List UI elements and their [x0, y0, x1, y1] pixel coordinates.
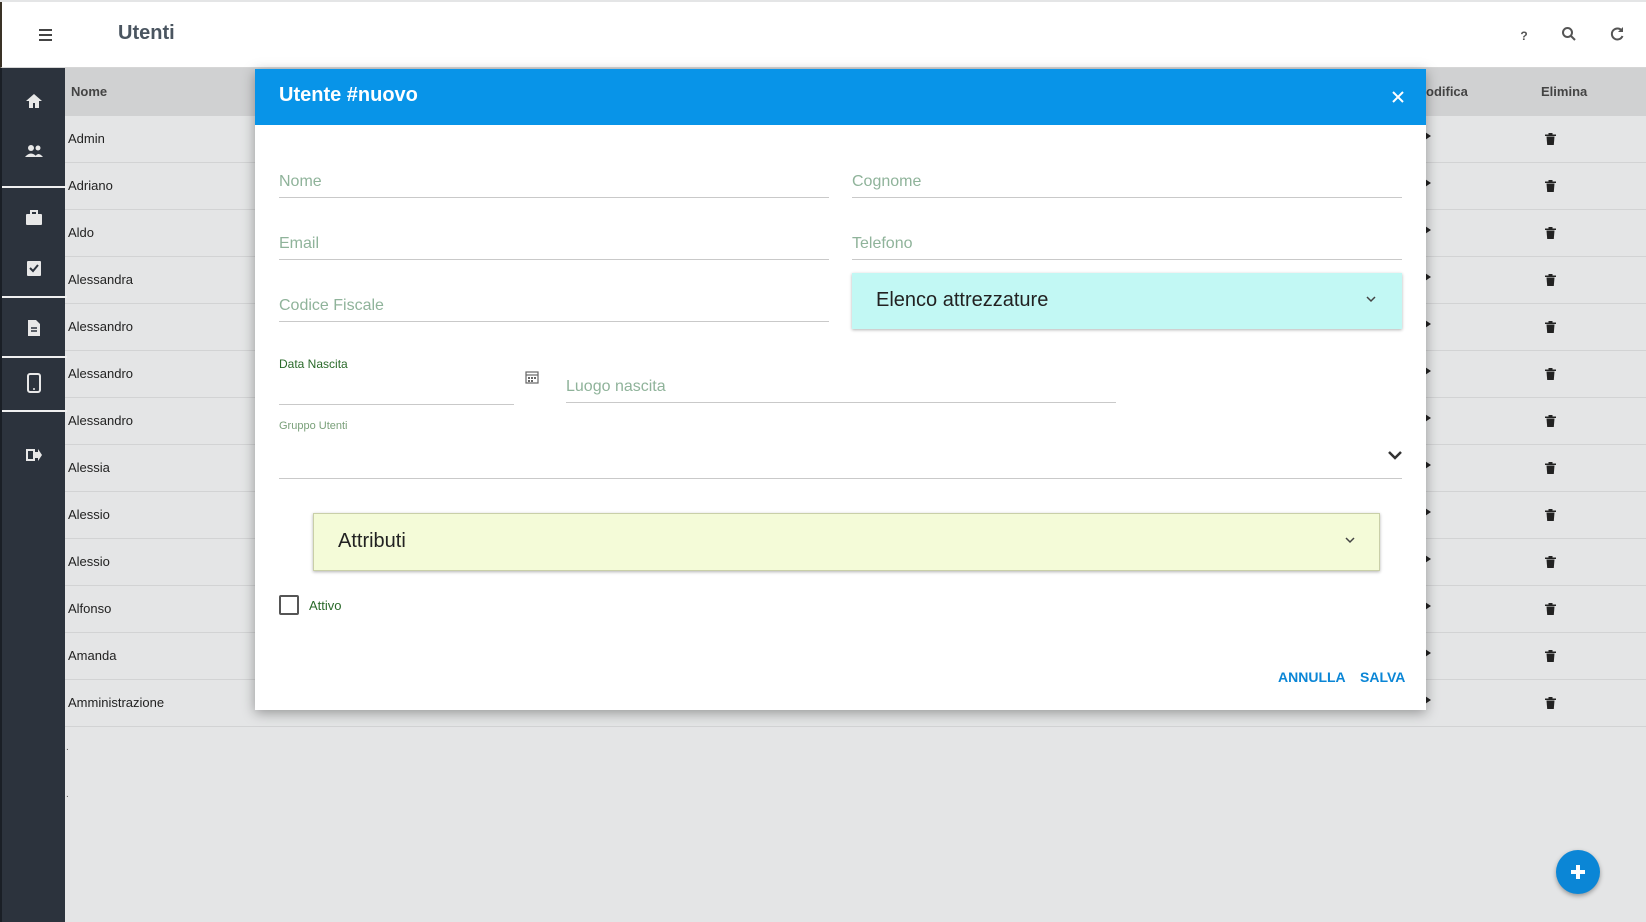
column-header-name: Nome	[71, 84, 108, 99]
sidebar-item-logout[interactable]	[2, 430, 67, 480]
user-name-cell: Admin	[68, 131, 105, 146]
trash-icon[interactable]	[1545, 132, 1556, 150]
attivo-checkbox[interactable]	[279, 595, 299, 615]
column-header-edit: odifica	[1426, 84, 1468, 99]
trash-icon[interactable]	[1545, 226, 1556, 244]
trailing-dot: .	[66, 742, 69, 753]
sidebar-item-home[interactable]	[2, 76, 67, 126]
add-user-button[interactable]	[1556, 850, 1600, 894]
hamburger-menu-icon[interactable]	[34, 22, 58, 46]
attributi-accordion[interactable]: Attributi	[313, 513, 1380, 571]
user-name-cell: Alfonso	[68, 601, 112, 616]
column-header-delete: Elimina	[1541, 84, 1588, 99]
cognome-input[interactable]	[852, 173, 1402, 191]
cancel-button[interactable]: ANNULLA	[1278, 669, 1346, 685]
attributi-accordion-label: Attributi	[338, 530, 406, 552]
email-field	[279, 220, 829, 260]
nome-field	[279, 158, 829, 198]
save-button[interactable]: SALVA	[1360, 669, 1405, 685]
trash-icon[interactable]	[1545, 649, 1556, 667]
user-name-cell: Amanda	[68, 648, 117, 663]
logout-icon	[26, 449, 42, 461]
user-name-cell: Aldo	[68, 225, 95, 240]
top-bar: Utenti ?	[0, 2, 1646, 68]
trailing-dot: .	[66, 789, 69, 800]
calendar-icon[interactable]	[525, 370, 539, 389]
trash-icon[interactable]	[1545, 179, 1556, 197]
trash-icon[interactable]	[1545, 461, 1556, 479]
gruppo-utenti-label: Gruppo Utenti	[279, 420, 348, 432]
attivo-label: Attivo	[309, 598, 342, 613]
telefono-field	[852, 220, 1402, 260]
chevron-down-icon	[1345, 537, 1355, 544]
gruppo-utenti-select[interactable]	[279, 435, 1402, 479]
plus-icon	[1571, 865, 1585, 879]
user-name-cell: Alessandro	[68, 413, 134, 428]
luogo-nascita-field	[566, 363, 1116, 403]
trash-icon[interactable]	[1545, 414, 1556, 432]
trash-icon[interactable]	[1545, 555, 1556, 573]
codice-fiscale-field	[279, 282, 829, 322]
email-input[interactable]	[279, 235, 829, 253]
nome-input[interactable]	[279, 173, 829, 191]
document-icon	[28, 320, 40, 336]
user-name-cell: Alessandro	[68, 366, 134, 381]
sidebar-item-devices[interactable]	[2, 358, 67, 408]
codice-fiscale-input[interactable]	[279, 297, 829, 315]
close-icon[interactable]	[1388, 87, 1408, 107]
clipboard-check-icon	[27, 261, 41, 276]
user-name-cell: Adriano	[68, 178, 113, 193]
refresh-icon[interactable]	[1609, 26, 1629, 46]
attrezzature-accordion-label: Elenco attrezzature	[876, 289, 1049, 311]
user-name-cell: Alessandra	[68, 272, 134, 287]
sidebar-item-tasks[interactable]	[2, 243, 67, 293]
luogo-nascita-input[interactable]	[566, 378, 1116, 396]
tablet-icon	[27, 373, 41, 393]
help-icon[interactable]: ?	[1514, 29, 1534, 49]
user-name-cell: Alessio	[68, 554, 110, 569]
attrezzature-accordion[interactable]: Elenco attrezzature	[852, 273, 1402, 329]
dialog-title: Utente #nuovo	[279, 84, 418, 106]
trash-icon[interactable]	[1545, 273, 1556, 291]
users-icon	[25, 145, 43, 157]
trash-icon[interactable]	[1545, 696, 1556, 714]
trash-icon[interactable]	[1545, 367, 1556, 385]
chevron-down-icon	[1366, 296, 1376, 303]
data-nascita-field[interactable]	[279, 365, 514, 405]
user-name-cell: Alessia	[68, 460, 110, 475]
user-name-cell: Alessandro	[68, 319, 134, 334]
cognome-field	[852, 158, 1402, 198]
user-dialog: Utente #nuovo Elenco attrezzature Data N…	[255, 69, 1426, 710]
sidebar	[0, 68, 67, 922]
telefono-input[interactable]	[852, 235, 1402, 253]
briefcase-icon	[26, 210, 42, 225]
page-title: Utenti	[118, 22, 175, 44]
trash-icon[interactable]	[1545, 508, 1556, 526]
sidebar-item-documents[interactable]	[2, 303, 67, 353]
home-icon	[26, 94, 42, 108]
sidebar-item-jobs[interactable]	[2, 193, 67, 243]
search-icon[interactable]	[1561, 26, 1581, 46]
sidebar-item-users[interactable]	[2, 126, 67, 176]
user-name-cell: Alessio	[68, 507, 110, 522]
trash-icon[interactable]	[1545, 602, 1556, 620]
user-name-cell: Amministrazione	[68, 695, 165, 710]
dialog-header: Utente #nuovo	[255, 69, 1426, 125]
chevron-down-icon	[1388, 451, 1402, 460]
trash-icon[interactable]	[1545, 320, 1556, 338]
